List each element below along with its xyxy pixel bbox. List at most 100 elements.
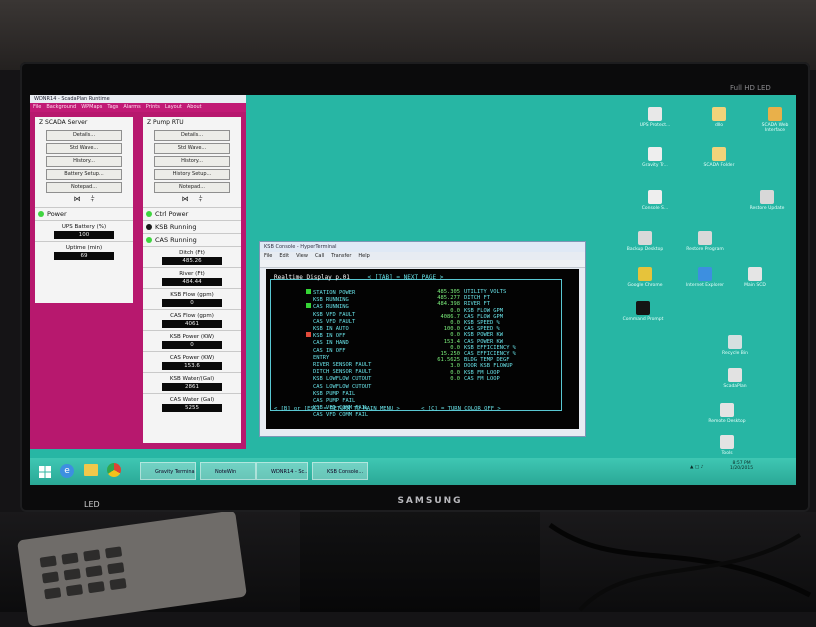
terminal-window[interactable]: KSB Console - HyperTerminal File Edit View… <box>259 241 586 437</box>
status-label: KSB IN AUTO <box>313 326 349 333</box>
terminal-screen[interactable]: Realtime Display p.01 < [TAB] = NEXT PAG… <box>266 269 579 429</box>
desktop-icon-label: Google Chrome <box>627 283 663 288</box>
valve-icon[interactable]: ⋈ <box>181 195 188 204</box>
indicator-row: CAS Running <box>143 233 241 246</box>
panel-button[interactable]: Std Wave... <box>46 143 122 154</box>
status-marker <box>306 325 311 330</box>
desktop-icon[interactable]: Restore Program <box>684 231 726 252</box>
desktop-icon-label: Backup Desktop <box>626 247 664 252</box>
value-label: RIVER FT <box>464 301 490 308</box>
desktop-icon-label: Restore Program <box>686 247 724 252</box>
folder-taskbar-icon[interactable] <box>84 464 98 476</box>
desktop-icon[interactable]: dllo <box>698 107 740 128</box>
menu-item[interactable]: Layout <box>165 104 182 110</box>
desktop-icon[interactable]: Tools <box>706 435 748 456</box>
desktop-icon[interactable]: Restore Update <box>746 190 788 211</box>
terminal-window-title: KSB Console - HyperTerminal <box>260 242 585 252</box>
panel-button[interactable]: History... <box>154 156 230 167</box>
status-row: KSB PUMP FAIL <box>306 390 371 397</box>
meter-label: CAS Water (Gal) <box>169 397 215 403</box>
panel-icons: ⋈ ⫩ <box>35 195 133 204</box>
windows-icon <box>39 466 51 478</box>
menu-item[interactable]: About <box>187 104 202 110</box>
menu-item[interactable]: Call <box>315 253 324 259</box>
scada-window[interactable]: WDNR14 - ScadaPlan Runtime File Backgroun… <box>30 95 246 449</box>
taskbar-button[interactable]: KSB Console... <box>312 462 368 480</box>
scada-menu-bar: File Background WPMaps Tags Alarms Prints Layo… <box>30 103 246 112</box>
desktop-icon-label: Command Prompt <box>622 317 664 322</box>
status-row: STATION POWER <box>306 289 371 296</box>
page-hint: < [TAB] = NEXT PAGE > <box>367 274 444 281</box>
status-row: KSB RUNNING <box>306 296 371 303</box>
menu-item[interactable]: Help <box>358 253 369 259</box>
desktop-icon[interactable]: UPS Protect... <box>634 107 676 128</box>
desktop-icon-label: Internet Explorer <box>685 283 725 288</box>
status-row: DITCH SENSOR FAULT <box>306 368 371 375</box>
comm-icon[interactable]: ⫩ <box>198 195 202 204</box>
status-dot <box>146 211 152 217</box>
menu-item[interactable]: Transfer <box>331 253 351 259</box>
desktop-icon[interactable]: Backup Desktop <box>624 231 666 252</box>
chrome-taskbar-icon[interactable] <box>107 463 121 477</box>
panel-button[interactable]: Details... <box>154 130 230 141</box>
menu-item[interactable]: File <box>264 253 272 259</box>
tray-icons[interactable]: ▲ □ ♪ <box>690 465 703 470</box>
desktop-icon[interactable]: Recycle Bin <box>714 335 756 356</box>
status-marker <box>306 354 311 359</box>
desktop-icon[interactable]: Gravity Tr... <box>634 147 676 168</box>
meter-label: CAS Power (KW) <box>169 355 215 361</box>
value-number: 0.0 <box>450 375 460 382</box>
desktop-icon[interactable]: Console S... <box>634 190 676 211</box>
panel-button[interactable]: Notepad... <box>154 182 230 193</box>
meter: KSB Flow (gpm) 0 <box>143 288 241 309</box>
menu-item[interactable]: File <box>33 104 41 110</box>
desktop-icon[interactable]: ScadaPlan <box>714 368 756 389</box>
panel-button[interactable]: Battery Setup... <box>46 169 122 180</box>
clock[interactable]: 8:57 PM 1/20/2015 <box>730 461 753 471</box>
comm-icon[interactable]: ⫩ <box>90 195 94 204</box>
cables <box>548 522 812 612</box>
desktop-icon[interactable]: Command Prompt <box>622 301 664 322</box>
status-marker <box>306 411 311 416</box>
taskbar-button[interactable]: NoteWin <box>200 462 256 480</box>
start-button[interactable] <box>38 464 52 478</box>
meter: CAS Flow (gpm) 4061 <box>143 309 241 330</box>
desktop-icon[interactable]: Internet Explorer <box>684 267 726 288</box>
indicator-row: Ctrl Power <box>143 207 241 220</box>
desktop-icon[interactable]: SCADA Web Interface <box>754 107 796 133</box>
taskbar-button[interactable]: WDNR14 - Sc... <box>256 462 308 480</box>
desktop-icon[interactable]: Remote Desktop <box>706 403 748 424</box>
panel-button[interactable]: History... <box>46 156 122 167</box>
background-wall <box>0 0 816 70</box>
menu-item[interactable]: Background <box>46 104 76 110</box>
panel-button[interactable]: History Setup... <box>154 169 230 180</box>
panel-button[interactable]: Details... <box>46 130 122 141</box>
value-label: UTILITY VOLTS <box>464 289 507 295</box>
menu-item[interactable]: Alarms <box>123 104 140 110</box>
value-label: KSB FLOW GPM <box>464 307 503 314</box>
status-marker <box>306 361 311 366</box>
menu-item[interactable]: Tags <box>107 104 118 110</box>
valve-icon[interactable]: ⋈ <box>73 195 80 204</box>
menu-item[interactable]: Prints <box>146 104 160 110</box>
status-dot <box>146 224 152 230</box>
value-row: 0.0 CAS FM LOOP <box>426 376 516 382</box>
meter: UPS Battery (%) 100 <box>35 220 133 241</box>
taskbar-button[interactable]: Gravity Terminal <box>140 462 196 480</box>
panel-button[interactable]: Std Wave... <box>154 143 230 154</box>
panel-button[interactable]: Notepad... <box>46 182 122 193</box>
menu-item[interactable]: Edit <box>279 253 289 259</box>
desktop-icon[interactable]: Google Chrome <box>624 267 666 288</box>
menu-item[interactable]: View <box>296 253 308 259</box>
desktop-icon[interactable]: SCADA Folder <box>698 147 740 168</box>
menu-item[interactable]: WPMaps <box>81 104 102 110</box>
status-marker <box>306 296 311 301</box>
desktop-icon-label: Main SCD <box>744 283 766 288</box>
footer-return: < [B] or [ESC] = RETURN TO MAIN MENU > <box>274 406 400 412</box>
desktop-icon-label: Gravity Tr... <box>642 163 668 168</box>
meter-value: 2861 <box>162 383 222 391</box>
value-label: CAS FM LOOP <box>464 375 500 382</box>
status-dot <box>38 211 44 217</box>
desktop-icon[interactable]: Main SCD <box>734 267 776 288</box>
ie-taskbar-icon[interactable]: e <box>60 464 74 478</box>
